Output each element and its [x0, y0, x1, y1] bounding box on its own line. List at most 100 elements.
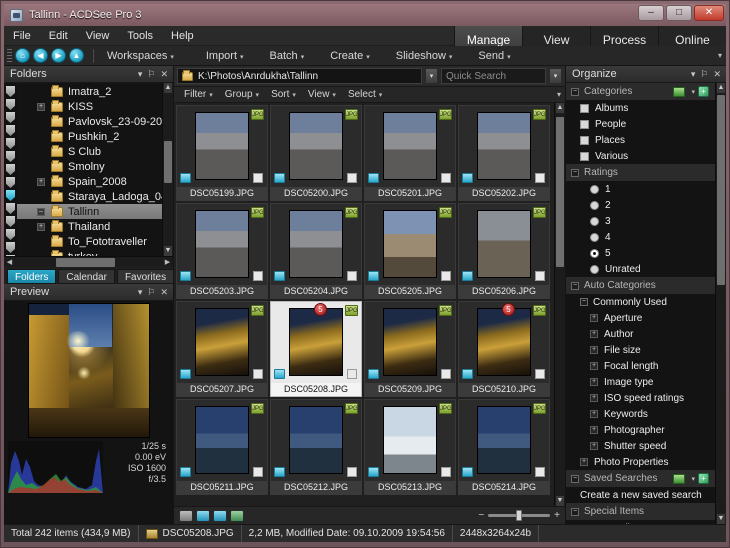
compare-icon[interactable]: [230, 509, 244, 522]
radio[interactable]: [590, 264, 599, 274]
scroll-down-icon[interactable]: ▼: [717, 514, 725, 524]
collapse-icon[interactable]: −: [580, 298, 588, 306]
zoom-thumb[interactable]: [516, 510, 523, 521]
folder-item-imatra2[interactable]: Imatra_2: [17, 84, 162, 99]
menu-view[interactable]: View: [77, 26, 119, 46]
collapse-icon[interactable]: −: [571, 507, 579, 516]
menu-tools[interactable]: Tools: [118, 26, 162, 46]
expand-icon[interactable]: +: [580, 458, 588, 466]
folder-item-smolny[interactable]: Smolny: [17, 159, 162, 174]
thumbnail-checkbox[interactable]: [347, 369, 357, 379]
filmstrip-icon[interactable]: [179, 509, 193, 522]
back-icon[interactable]: ◀: [33, 48, 48, 63]
thumbnail-cell[interactable]: JPG DSC05214.JPG: [458, 399, 550, 495]
collapse-icon[interactable]: –: [37, 207, 45, 216]
toolbar-send[interactable]: Send ▾: [471, 50, 517, 62]
collapse-icon[interactable]: −: [571, 87, 579, 96]
forward-icon[interactable]: ▶: [51, 48, 66, 63]
tab-favorites[interactable]: Favorites: [116, 269, 175, 284]
auto-aperture[interactable]: + Aperture: [566, 310, 715, 326]
maximize-button[interactable]: □: [666, 5, 692, 21]
zoom-out-button[interactable]: −: [478, 510, 484, 521]
zoom-track[interactable]: [488, 510, 551, 521]
pin-icon[interactable]: ⚐: [700, 69, 708, 80]
expand-icon[interactable]: +: [590, 346, 598, 354]
auto-image-type[interactable]: + Image type: [566, 374, 715, 390]
toolbar-create[interactable]: Create ▾: [323, 50, 377, 62]
checkbox[interactable]: [580, 135, 589, 145]
tab-folders[interactable]: Folders: [7, 269, 57, 284]
checkbox[interactable]: [580, 119, 589, 129]
search-input[interactable]: Quick Search: [441, 68, 546, 84]
auto-keywords[interactable]: + Keywords: [566, 406, 715, 422]
scroll-thumb[interactable]: [56, 257, 115, 267]
expand-icon[interactable]: +: [37, 222, 45, 231]
radio[interactable]: [590, 200, 599, 210]
rating-1[interactable]: 1: [566, 181, 715, 197]
folder-item-tallinn[interactable]: – Tallinn: [17, 204, 162, 219]
rating-3[interactable]: 3: [566, 213, 715, 229]
expand-icon[interactable]: +: [590, 442, 598, 450]
scroll-up-icon[interactable]: ▲: [717, 83, 725, 93]
thumbnail-checkbox[interactable]: [441, 467, 451, 477]
add-saved-search-icon[interactable]: +: [698, 473, 709, 484]
thumbnail-checkbox[interactable]: [441, 271, 451, 281]
thumbnail-checkbox[interactable]: [535, 369, 545, 379]
toolbar-batch[interactable]: Batch ▾: [263, 50, 312, 62]
thumbnail-checkbox[interactable]: [253, 467, 263, 477]
select-menu[interactable]: Select ▾: [342, 89, 388, 100]
scroll-thumb[interactable]: [717, 95, 725, 285]
thumbnail-cell[interactable]: JPG DSC05213.JPG: [364, 399, 456, 495]
folder-item-staraya-ladoga[interactable]: Staraya_Ladoga_04.11: [17, 189, 162, 204]
scroll-right-icon[interactable]: ▶: [162, 258, 173, 266]
rating-unrated[interactable]: Unrated: [566, 261, 715, 277]
chevron-down-icon[interactable]: ▾: [138, 287, 143, 298]
thumbnail-cell[interactable]: JPG DSC05204.JPG: [270, 203, 362, 299]
thumbnail-checkbox[interactable]: [253, 271, 263, 281]
pin-icon[interactable]: ⚐: [147, 287, 155, 298]
saved-search-book-icon[interactable]: [673, 473, 686, 484]
scroll-left-icon[interactable]: ◀: [4, 258, 15, 266]
expand-icon[interactable]: +: [590, 410, 598, 418]
rotate-right-icon[interactable]: [213, 509, 227, 522]
folder-item-spain2008[interactable]: + Spain_2008: [17, 174, 162, 189]
rating-badge[interactable]: 5: [314, 303, 327, 316]
thumbnail-checkbox[interactable]: [535, 271, 545, 281]
expand-icon[interactable]: +: [590, 314, 598, 322]
expand-icon[interactable]: +: [590, 426, 598, 434]
up-icon[interactable]: ▲: [69, 48, 84, 63]
category-various[interactable]: Various: [566, 148, 715, 164]
path-input[interactable]: K:\Photos\Anrdukha\Tallinn: [177, 68, 422, 84]
scroll-down-icon[interactable]: ▼: [164, 246, 172, 256]
expand-icon[interactable]: +: [590, 394, 598, 402]
category-book-icon[interactable]: [673, 86, 686, 97]
thumbnail-checkbox[interactable]: [253, 369, 263, 379]
expand-icon[interactable]: +: [590, 330, 598, 338]
thumbnail-cell[interactable]: JPG DSC05203.JPG: [176, 203, 268, 299]
section-auto-categories[interactable]: − Auto Categories: [566, 277, 715, 294]
thumbnail-cell[interactable]: JPG DSC05202.JPG: [458, 105, 550, 201]
auto-photo-properties[interactable]: + Photo Properties: [566, 454, 715, 470]
thumbnail-cell[interactable]: JPG DSC05207.JPG: [176, 301, 268, 397]
folder-item-kiss[interactable]: + KISS: [17, 99, 162, 114]
view-menu[interactable]: View ▾: [302, 89, 342, 100]
thumbnail-cell[interactable]: JPG 5 DSC05208.JPG: [270, 301, 362, 397]
thumbnail-vertical-scrollbar[interactable]: ▲ ▼: [554, 103, 565, 506]
toolbar-overflow-icon[interactable]: ▾: [718, 51, 722, 60]
expand-icon[interactable]: +: [590, 362, 598, 370]
scroll-track[interactable]: [15, 257, 162, 267]
filter-overflow-icon[interactable]: ▾: [557, 90, 561, 99]
category-albums[interactable]: Albums: [566, 100, 715, 116]
minimize-button[interactable]: –: [638, 5, 664, 21]
auto-shutter-speed[interactable]: + Shutter speed: [566, 438, 715, 454]
folder-item-tyrkey[interactable]: tyrkey: [17, 249, 162, 256]
thumbnail-cell[interactable]: JPG DSC05206.JPG: [458, 203, 550, 299]
scroll-up-icon[interactable]: ▲: [164, 83, 172, 93]
rating-badge[interactable]: 5: [502, 303, 515, 316]
section-categories[interactable]: − Categories ▾ +: [566, 83, 715, 100]
tab-calendar[interactable]: Calendar: [58, 269, 115, 284]
thumbnail-checkbox[interactable]: [535, 467, 545, 477]
toolbar-slideshow[interactable]: Slideshow ▾: [389, 50, 460, 62]
expand-icon[interactable]: +: [37, 102, 45, 111]
zoom-in-button[interactable]: +: [554, 510, 560, 521]
